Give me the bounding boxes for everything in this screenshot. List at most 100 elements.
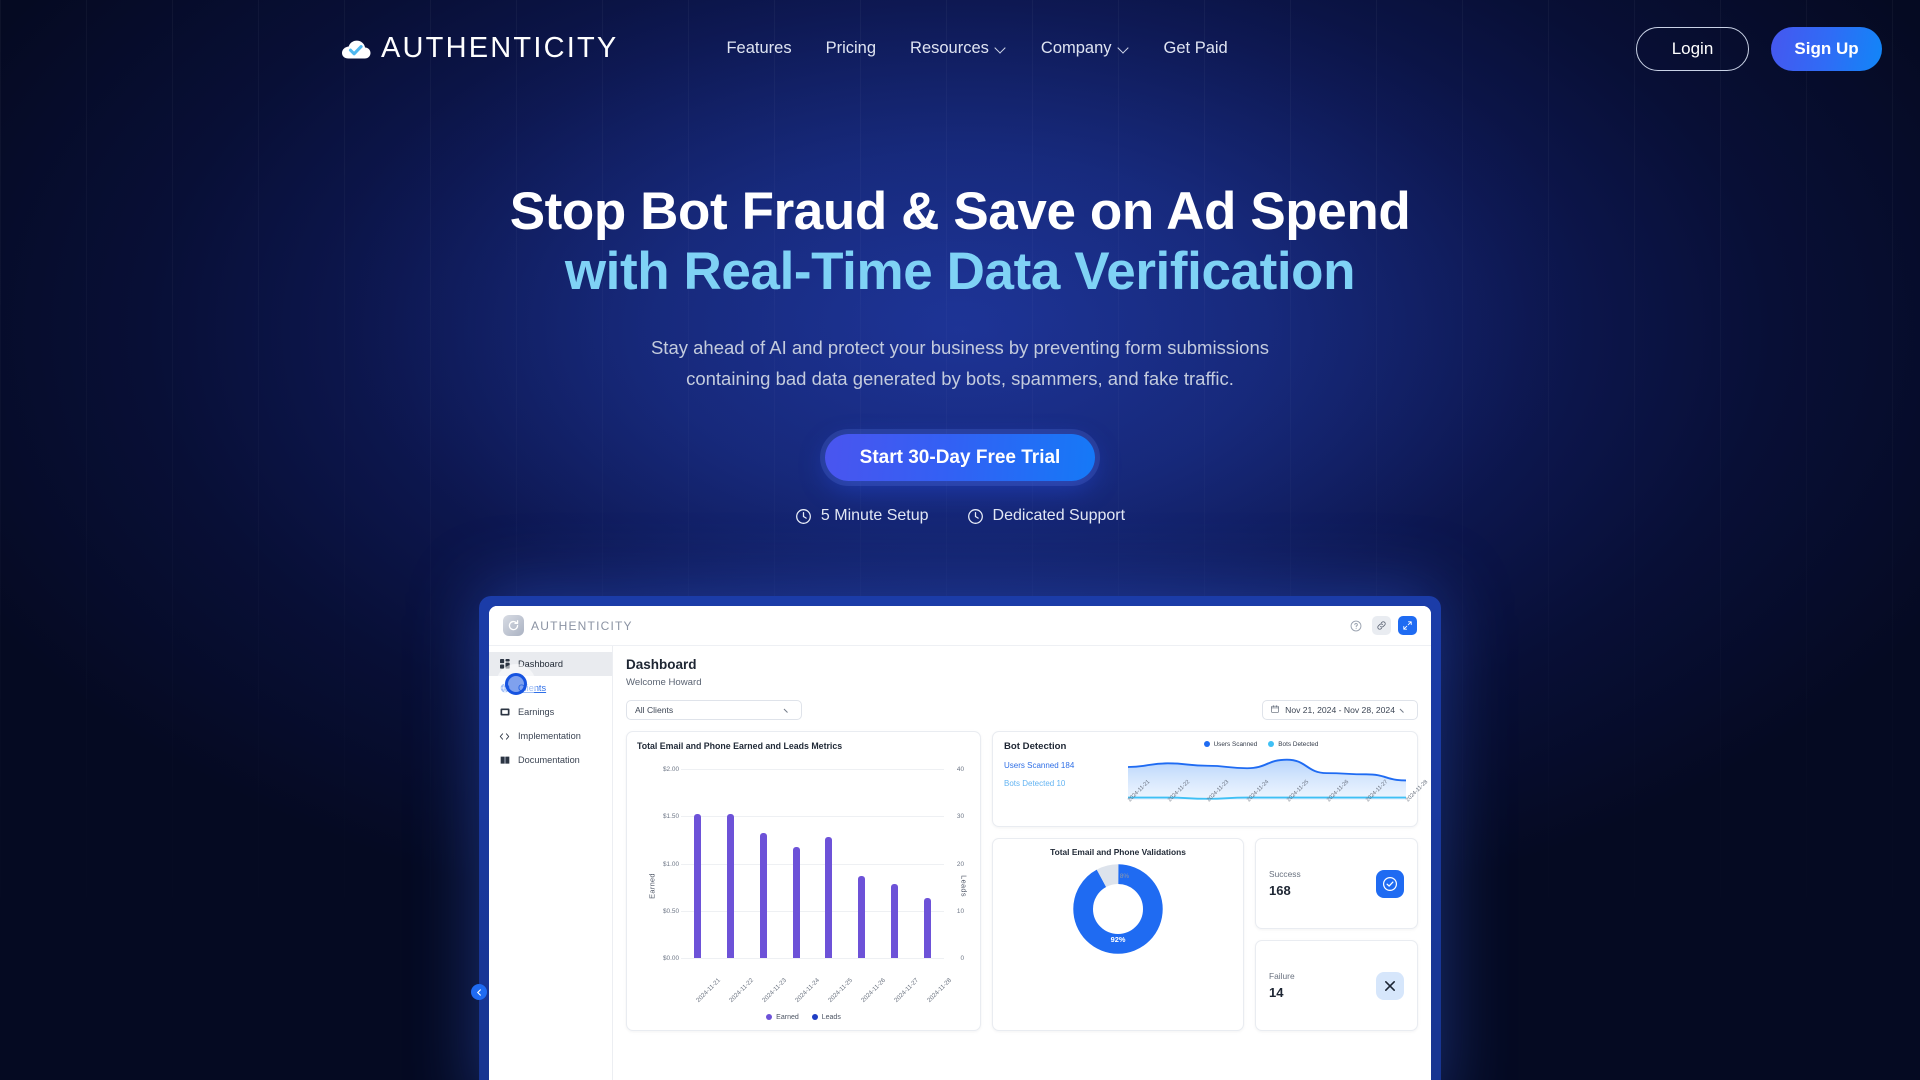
x-tick: 2024-11-24 [794, 976, 822, 1004]
subtitle-line-1: Stay ahead of AI and protect your busine… [650, 337, 1270, 358]
chart-title: Total Email and Phone Earned and Leads M… [637, 741, 843, 751]
bar [792, 847, 800, 958]
help-circle-icon[interactable] [1346, 616, 1365, 635]
start-free-trial-button[interactable]: Start 30-Day Free Trial [824, 434, 1096, 481]
headline-line-1: Stop Bot Fraud & Save on Ad Spend [509, 182, 1411, 241]
chevron-down-icon [785, 706, 793, 714]
nav-item-features[interactable]: Features [726, 39, 791, 58]
nav-item-resources[interactable]: Resources [910, 39, 1007, 58]
y-tick: $2.00 [663, 766, 679, 773]
subtitle-line-2: containing bad data generated by bots, s… [686, 368, 1234, 389]
bot-detection-card: Bot Detection Users Scanned 184 Bots Det… [992, 731, 1429, 827]
nav-item-get-paid[interactable]: Get Paid [1164, 39, 1228, 58]
bar [726, 814, 734, 958]
bot-chart-x-labels: 2024-11-21 2024-11-22 2024-11-23 2024-11-24… [1127, 779, 1429, 825]
legend-item-bots-detected: Bots Detected [1268, 741, 1318, 748]
grid-icon [499, 659, 510, 670]
signup-button[interactable]: Sign Up [1771, 26, 1882, 71]
brand-logo[interactable]: AUTHENTICITY [340, 32, 618, 65]
nav-actions: Login Sign Up [1636, 26, 1882, 71]
sidebar-item-documentation[interactable]: Documentation [489, 748, 612, 772]
dashboard-body: Dashboard Clients Earnings Implementatio… [489, 646, 1431, 1080]
date-range-value: Nov 21, 2024 - Nov 28, 2024 [1285, 705, 1395, 715]
bot-detection-title: Bot Detection [1004, 741, 1067, 752]
sidebar-item-dashboard[interactable]: Dashboard [489, 652, 612, 676]
hero-meta-row: 5 Minute Setup Dedicated Support [0, 507, 1920, 525]
y2-tick: 30 [956, 813, 964, 821]
refresh-icon [503, 615, 524, 636]
sidebar-item-label: Earnings [518, 707, 555, 717]
donut-chart: 92% 8% [1072, 863, 1164, 958]
stat-value: 14 [1269, 985, 1284, 1000]
nav-item-pricing[interactable]: Pricing [826, 39, 876, 58]
clock-icon [967, 508, 984, 525]
x-tick: 2024-11-28 [1405, 779, 1430, 804]
y2-tick: 40 [956, 766, 964, 773]
bot-detection-chart: Users Scanned Bots Detected 2024-11-21 20… [1116, 741, 1429, 817]
bots-detected-stat: Bots Detected 10 [1004, 779, 1066, 788]
bar-chart-plot [681, 769, 944, 959]
sidebar-item-clients[interactable]: Clients [489, 673, 612, 700]
date-range-picker[interactable]: Nov 21, 2024 - Nov 28, 2024 [1262, 700, 1418, 720]
nav-item-company[interactable]: Company [1041, 39, 1130, 58]
y2-axis-label: Leads [959, 874, 969, 897]
y2-tick: 10 [956, 907, 964, 915]
success-stat-card: Success 168 [1255, 838, 1418, 929]
code-icon [499, 731, 510, 742]
hero-subtitle: Stay ahead of AI and protect your busine… [0, 332, 1920, 394]
sidebar-item-implementation[interactable]: Implementation [489, 724, 612, 748]
dashboard-topbar: AUTHENTICITY [489, 606, 1431, 646]
login-button[interactable]: Login [1636, 26, 1749, 71]
bar [759, 833, 767, 958]
bar [693, 814, 701, 958]
dashboard-logo-text: AUTHENTICITY [531, 618, 633, 633]
client-filter-select[interactable]: All Clients [626, 700, 802, 720]
page-title: Stop Bot Fraud & Save on Ad Spend with R… [0, 182, 1920, 302]
money-icon [499, 707, 510, 718]
y-tick: $0.50 [663, 907, 679, 915]
dashboard-controls: All Clients Nov 21, 2024 - Nov 28, 2024 [626, 700, 1418, 720]
y-tick: $1.00 [663, 860, 679, 868]
dashboard-bottom-row: Total Email and Phone Validations 92% 8% [992, 838, 1418, 1031]
nav-links: Features Pricing Resources Company Get P… [726, 39, 1227, 58]
cloud-check-icon [340, 37, 372, 61]
bar [924, 898, 932, 958]
y-tick: $0.00 [663, 955, 679, 962]
chevron-down-icon [1401, 706, 1409, 714]
nav-item-label: Pricing [825, 39, 877, 57]
y-tick: $1.50 [663, 813, 679, 821]
earnings-leads-chart-card: Total Email and Phone Earned and Leads M… [626, 731, 981, 1031]
link-icon[interactable] [1372, 616, 1391, 635]
nav-item-label: Get Paid [1163, 39, 1228, 57]
bar-chart: Earned Leads $2.00 $1.50 $1.00 $0.50 $0.00 4… [637, 759, 970, 1012]
sidebar-collapse-handle[interactable] [471, 984, 487, 1000]
close-icon [1376, 971, 1404, 1000]
x-tick: 2024-11-28 [925, 976, 953, 1004]
stat-label: Failure [1269, 971, 1295, 981]
dashboard-right-column: Bot Detection Users Scanned 184 Bots Det… [992, 731, 1429, 1031]
meta-item-support: Dedicated Support [967, 507, 1125, 525]
bar [825, 837, 833, 958]
bar [858, 875, 866, 958]
headline-line-2: with Real-Time Data Verification [564, 242, 1356, 301]
brand-name: AUTHENTICITY [381, 32, 619, 64]
x-tick: 2024-11-23 [761, 976, 789, 1004]
meta-label: 5 Minute Setup [820, 507, 929, 524]
sidebar-item-label: Dashboard [518, 659, 563, 669]
expand-icon[interactable] [1398, 616, 1417, 635]
y-axis-label: Earned [647, 872, 657, 899]
bar [891, 884, 899, 958]
x-tick: 2024-11-25 [826, 976, 854, 1004]
y2-tick: 0 [960, 955, 964, 962]
nav-item-label: Company [1040, 39, 1112, 57]
chevron-down-icon [996, 43, 1007, 54]
legend-item-leads: Leads [811, 1014, 841, 1021]
client-filter-value: All Clients [635, 705, 674, 715]
chevron-down-icon [1119, 43, 1130, 54]
nav-item-label: Features [726, 39, 792, 57]
donut-title: Total Email and Phone Validations [1050, 847, 1186, 857]
sidebar-item-label: Documentation [518, 755, 580, 765]
dashboard-preview: AUTHENTICITY Dashboard Clients Earnings … [471, 596, 1441, 1080]
validations-donut-card: Total Email and Phone Validations 92% 8% [992, 838, 1244, 1031]
sidebar-item-earnings[interactable]: Earnings [489, 700, 612, 724]
